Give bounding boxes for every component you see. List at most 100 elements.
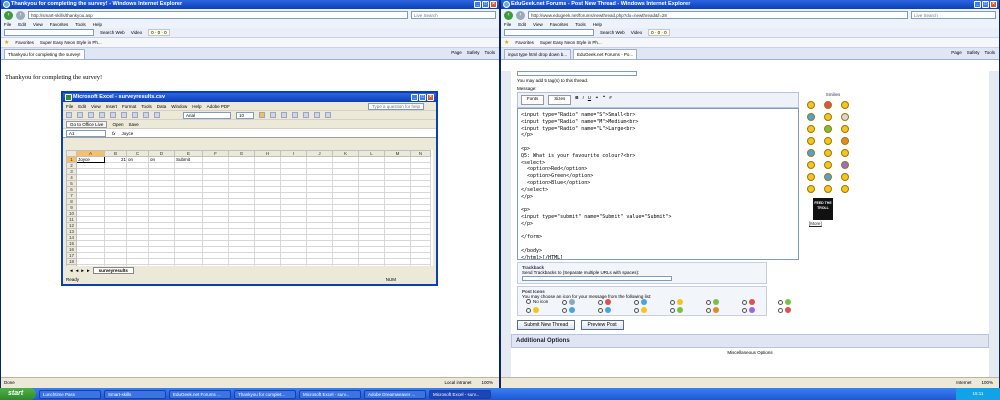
smiley-icon[interactable] xyxy=(841,113,849,121)
name-box[interactable]: A1 xyxy=(66,129,106,137)
smiley-icon[interactable] xyxy=(841,185,849,193)
sheet-tab-surveyresults[interactable]: surveyresults xyxy=(92,267,134,274)
favorites-button[interactable]: Favorites xyxy=(515,40,534,45)
excel-menu-file[interactable]: File xyxy=(66,104,73,109)
merge-icon[interactable] xyxy=(325,112,331,118)
radio-icon[interactable] xyxy=(634,299,639,305)
smiley-icon[interactable] xyxy=(807,101,815,109)
radio-icon[interactable] xyxy=(778,307,783,313)
taskbar-item[interactable]: Thankyou for complet... xyxy=(234,389,296,399)
menu-edit[interactable]: Edit xyxy=(18,21,26,28)
forward-icon[interactable]: › xyxy=(516,10,525,20)
radio-icon[interactable] xyxy=(526,299,531,305)
back-icon[interactable]: ‹ xyxy=(4,10,13,20)
preview-icon[interactable] xyxy=(110,112,116,118)
post-icon-option[interactable] xyxy=(670,307,706,313)
radio-icon[interactable] xyxy=(670,299,675,305)
office-live-button[interactable]: Go to Office Live xyxy=(66,120,108,128)
underline-icon[interactable]: U xyxy=(588,95,591,105)
paste-icon[interactable] xyxy=(143,112,149,118)
excel-menu-window[interactable]: Window xyxy=(171,104,187,109)
radio-icon[interactable] xyxy=(706,299,711,305)
menu-view[interactable]: View xyxy=(533,21,543,28)
page-menu[interactable]: Page xyxy=(951,50,962,55)
minimize-icon[interactable]: _ xyxy=(974,1,981,8)
video-button[interactable]: Video xyxy=(631,30,642,35)
message-textarea[interactable]: <input type="Radio" name="S">Small<br> <… xyxy=(517,108,799,260)
back-icon[interactable]: ‹ xyxy=(504,10,513,20)
save-icon[interactable] xyxy=(88,112,94,118)
radio-icon[interactable] xyxy=(742,307,747,313)
excel-menu-help[interactable]: Help xyxy=(192,104,201,109)
menu-favorites[interactable]: Favorites xyxy=(50,21,69,28)
taskbar-item[interactable]: Smart-skills xyxy=(104,389,166,399)
excel-menu-adobe[interactable]: Adobe PDF xyxy=(207,104,230,109)
minimize-icon[interactable]: _ xyxy=(474,1,481,8)
open-icon[interactable] xyxy=(77,112,83,118)
smiley-icon[interactable] xyxy=(824,149,832,157)
toolbar-search-field[interactable] xyxy=(504,29,594,36)
post-icon-option[interactable] xyxy=(742,307,778,313)
bold-icon[interactable]: B xyxy=(575,95,578,105)
sizes-select[interactable]: Sizes xyxy=(548,95,572,105)
left-zoom-text[interactable]: 100% xyxy=(481,378,493,388)
radio-icon[interactable] xyxy=(598,307,603,313)
right-title-bar[interactable]: EduGeek.net Forums - Post New Thread - W… xyxy=(501,0,999,9)
radio-icon[interactable] xyxy=(526,307,531,313)
smiley-icon[interactable] xyxy=(824,185,832,193)
excel-menu-data[interactable]: Data xyxy=(157,104,167,109)
align-center-icon[interactable] xyxy=(303,112,309,118)
taskbar-item[interactable]: Adobe Dreamweaver ... xyxy=(364,389,426,399)
radio-icon[interactable] xyxy=(706,307,711,313)
excel-minimize-icon[interactable]: _ xyxy=(411,94,418,101)
tools-menu[interactable]: Tools xyxy=(484,50,495,55)
code-icon[interactable]: # xyxy=(609,95,612,105)
menu-view[interactable]: View xyxy=(33,21,43,28)
more-smilies-link[interactable]: [More] xyxy=(803,221,863,226)
radio-icon[interactable] xyxy=(670,307,675,313)
favorites-button[interactable]: Favorites xyxy=(15,40,34,45)
print-icon[interactable] xyxy=(99,112,105,118)
radio-icon[interactable] xyxy=(778,299,783,305)
post-icon-option[interactable] xyxy=(598,299,634,305)
undo-icon[interactable] xyxy=(154,112,160,118)
maximize-icon[interactable]: □ xyxy=(982,1,989,8)
post-icon-option[interactable] xyxy=(634,299,670,305)
post-icon-option[interactable] xyxy=(670,299,706,305)
excel-help-input[interactable]: Type a question for help xyxy=(367,102,424,110)
font-select[interactable]: Arial xyxy=(183,111,231,119)
menu-tools[interactable]: Tools xyxy=(75,21,86,28)
smiley-icon[interactable] xyxy=(841,101,849,109)
video-button[interactable]: Video xyxy=(131,30,142,35)
tab-edugeek[interactable]: EduGeek.net Forums - Po... xyxy=(573,49,638,59)
right-address-bar[interactable]: http://www.edugeek.net/forums/newthread.… xyxy=(528,11,908,19)
smiley-icon[interactable] xyxy=(807,137,815,145)
start-button[interactable]: start xyxy=(0,388,36,400)
submit-new-thread-button[interactable]: Submit New Thread xyxy=(517,320,576,330)
smiley-icon[interactable] xyxy=(807,149,815,157)
smiley-icon[interactable] xyxy=(807,113,815,121)
trackback-input[interactable] xyxy=(522,276,672,281)
smiley-icon[interactable] xyxy=(807,185,815,193)
smiley-icon[interactable] xyxy=(841,173,849,181)
safety-menu[interactable]: Safety xyxy=(467,50,480,55)
underline-icon[interactable] xyxy=(281,112,287,118)
menu-edit[interactable]: Edit xyxy=(518,21,526,28)
excel-menu-edit[interactable]: Edit xyxy=(78,104,86,109)
cell-grid[interactable]: A B C D E F G H I J K L M N 1 Joyce 21 on on Submit 2 3 4 5 6 7 8 9… xyxy=(66,150,431,266)
right-live-search-input[interactable]: Live Search xyxy=(911,11,996,19)
excel-title-bar[interactable]: Microsoft Excel - surveyresults.csv _ □ … xyxy=(63,93,436,102)
maximize-icon[interactable]: □ xyxy=(482,1,489,8)
smiley-icon[interactable] xyxy=(824,137,832,145)
smiley-icon[interactable] xyxy=(824,101,832,109)
taskbar-item[interactable]: Microsoft Excel - surv... xyxy=(299,389,361,399)
worksheet[interactable]: A B C D E F G H I J K L M N 1 Joyce 21 on on Submit 2 3 4 5 6 7 8 9… xyxy=(66,150,433,266)
menu-tools[interactable]: Tools xyxy=(575,21,586,28)
taskbar-item[interactable]: Microsoft Excel - surv... xyxy=(429,389,491,399)
right-zoom-text[interactable]: 100% xyxy=(981,378,993,388)
excel-menu-view[interactable]: View xyxy=(91,104,101,109)
tools-menu[interactable]: Tools xyxy=(984,50,995,55)
smiley-icon[interactable] xyxy=(807,125,815,133)
radio-icon[interactable] xyxy=(562,307,567,313)
sheet-nav-icon[interactable]: ◄ ◄ ► ► xyxy=(69,268,91,273)
